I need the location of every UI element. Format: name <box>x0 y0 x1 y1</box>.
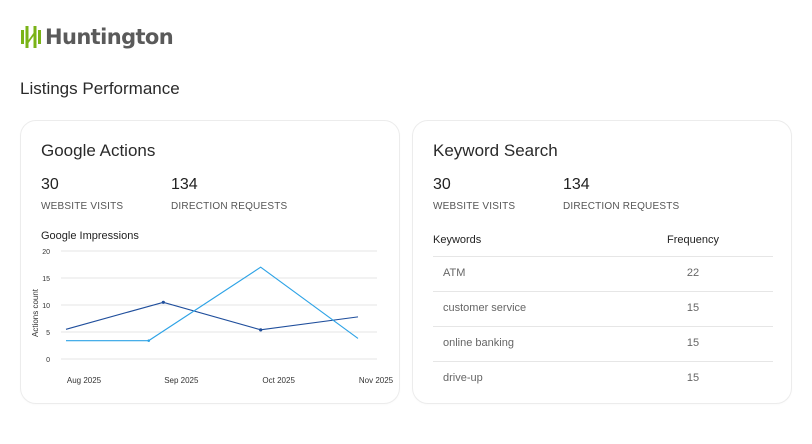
metric-label: DIRECTION REQUESTS <box>171 201 288 212</box>
keyword-table: ATM 22 customer service 15 online bankin… <box>433 256 773 396</box>
keyword-table-header: Keywords Frequency <box>433 234 773 254</box>
x-tick-label: Aug 2025 <box>67 376 102 385</box>
metric-website-visits: 30 WEBSITE VISITS <box>433 176 515 212</box>
metric-label: WEBSITE VISITS <box>41 201 124 212</box>
x-tick-label: Nov 2025 <box>359 376 394 385</box>
y-axis-label: Actions count <box>31 288 40 337</box>
y-tick-label: 5 <box>46 330 50 337</box>
brand-mark-icon <box>21 26 41 48</box>
frequency-cell: 15 <box>686 337 700 349</box>
frequency-column-header: Frequency <box>667 234 719 246</box>
x-tick-label: Sep 2025 <box>164 376 199 385</box>
data-point <box>147 339 151 342</box>
chart-title: Google Impressions <box>41 230 139 242</box>
impressions-line-chart: 0 5 10 15 20 Actions count Aug 2025 Sep 2025 Oct… <box>31 249 394 385</box>
frequency-cell: 22 <box>686 267 700 279</box>
y-tick-label: 15 <box>42 276 50 283</box>
metric-direction-requests: 134 DIRECTION REQUESTS <box>171 176 287 212</box>
metric-value: 134 <box>171 176 198 193</box>
frequency-cell: 15 <box>686 302 700 314</box>
metric-label: WEBSITE VISITS <box>433 201 516 212</box>
google-actions-card: Google Actions 30 WEBSITE VISITS 134 DIR… <box>20 120 400 404</box>
metric-website-visits: 30 WEBSITE VISITS <box>41 176 123 212</box>
data-point <box>161 300 165 304</box>
metric-direction-requests: 134 DIRECTION REQUESTS <box>563 176 679 212</box>
y-tick-label: 0 <box>46 357 50 364</box>
keyword-cell: customer service <box>443 302 527 314</box>
keywords-column-header: Keywords <box>433 234 482 246</box>
data-point <box>259 328 263 332</box>
keyword-cell: ATM <box>443 267 466 279</box>
frequency-cell: 15 <box>686 372 700 384</box>
y-tick-label: 10 <box>42 303 50 310</box>
card-title: Google Actions <box>41 141 156 160</box>
page-title: Listings Performance <box>20 79 180 98</box>
metric-value: 30 <box>41 176 59 193</box>
huntington-logo: Huntington <box>21 25 174 49</box>
x-tick-label: Oct 2025 <box>262 376 295 385</box>
keyword-cell: drive-up <box>443 372 483 384</box>
keyword-cell: online banking <box>443 337 514 349</box>
metric-label: DIRECTION REQUESTS <box>563 201 680 212</box>
table-row: ATM 22 <box>433 256 773 291</box>
table-row: customer service 15 <box>433 291 773 326</box>
metric-value: 30 <box>433 176 451 193</box>
metric-value: 134 <box>563 176 590 193</box>
keyword-search-card: Keyword Search 30 WEBSITE VISITS 134 DIR… <box>412 120 792 404</box>
table-row: online banking 15 <box>433 326 773 361</box>
brand-name: Huntington <box>45 25 174 49</box>
table-row: drive-up 15 <box>433 361 773 396</box>
card-title: Keyword Search <box>433 141 558 160</box>
y-tick-label: 20 <box>42 249 50 256</box>
